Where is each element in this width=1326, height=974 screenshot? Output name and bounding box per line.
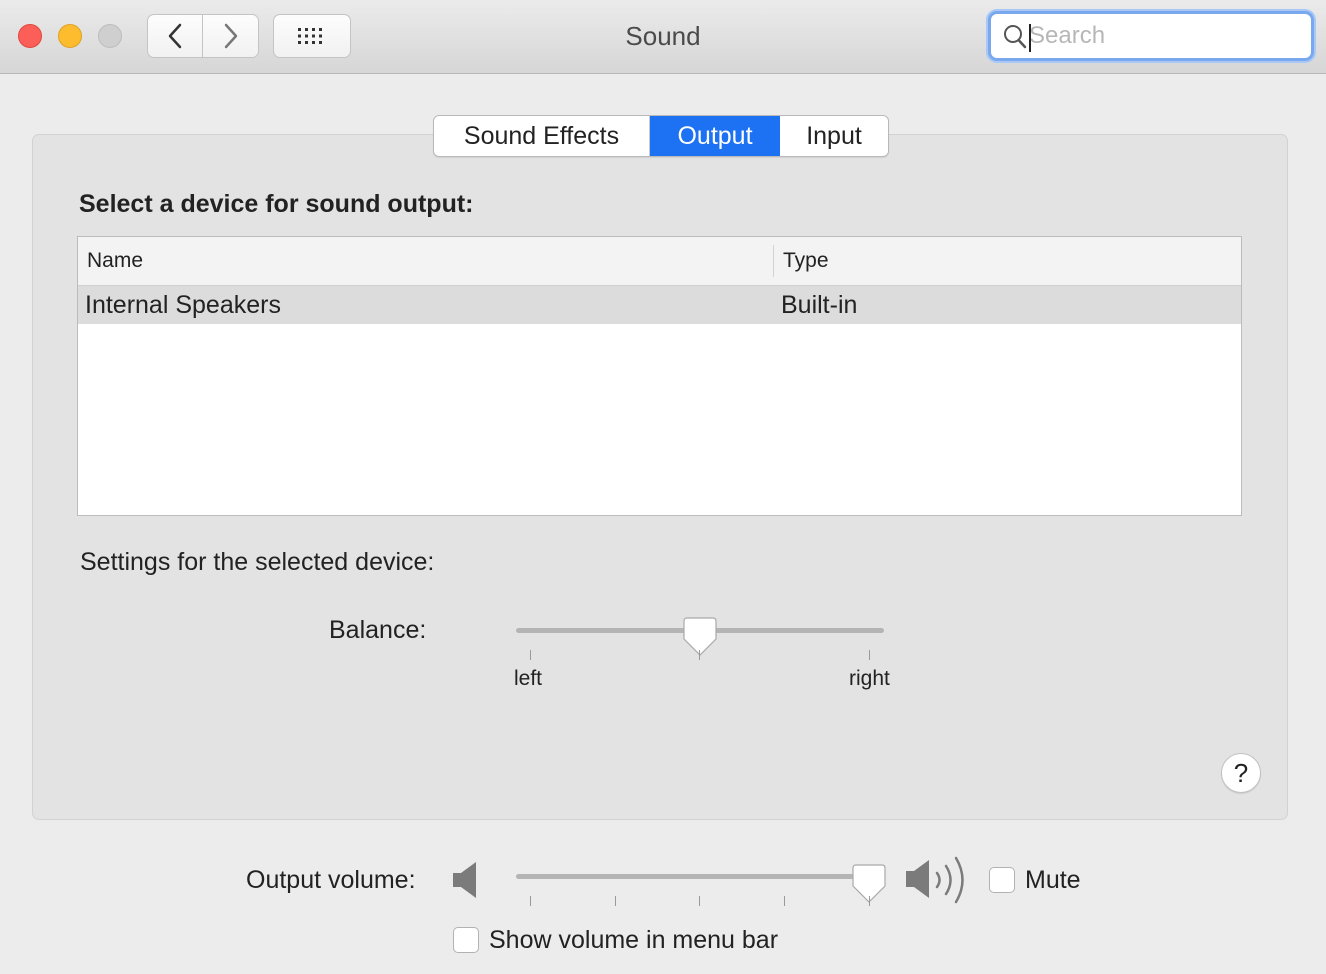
settings-label: Settings for the selected device:: [80, 548, 435, 576]
column-divider: [773, 245, 774, 277]
volume-tick: [615, 896, 616, 906]
volume-tick: [869, 896, 870, 906]
volume-tick: [530, 896, 531, 906]
balance-label: Balance:: [329, 616, 427, 644]
tab-sound-effects[interactable]: Sound Effects: [434, 116, 650, 156]
search-input[interactable]: [1029, 19, 1299, 53]
balance-tick-center: [699, 650, 700, 660]
volume-tick: [699, 896, 700, 906]
device-name: Internal Speakers: [85, 291, 281, 319]
balance-tick-left: [530, 650, 531, 660]
tab-bar: Sound Effects Output Input: [433, 115, 889, 157]
text-caret: [1029, 24, 1031, 52]
column-header-type[interactable]: Type: [783, 249, 829, 273]
balance-tick-right: [869, 650, 870, 660]
device-heading: Select a device for sound output:: [79, 190, 474, 218]
output-volume-slider[interactable]: [516, 874, 868, 879]
search-icon: [1004, 25, 1027, 49]
table-row[interactable]: Internal Speakers Built-in: [78, 286, 1241, 324]
device-type: Built-in: [781, 291, 858, 319]
speaker-waves-icon: [906, 856, 964, 904]
tab-output[interactable]: Output: [650, 116, 780, 156]
balance-right-label: right: [849, 667, 890, 690]
search-field[interactable]: [988, 11, 1314, 61]
column-header-name[interactable]: Name: [87, 249, 143, 273]
mute-label[interactable]: Mute: [1025, 866, 1081, 895]
speaker-icon: [453, 862, 476, 898]
balance-left-label: left: [514, 667, 543, 690]
table-header: Name Type: [78, 237, 1241, 286]
mute-checkbox[interactable]: [989, 867, 1015, 893]
show-volume-checkbox[interactable]: [453, 927, 479, 953]
show-volume-label[interactable]: Show volume in menu bar: [489, 926, 778, 955]
help-button[interactable]: ?: [1221, 753, 1261, 793]
volume-tick: [784, 896, 785, 906]
title-bar: Sound: [0, 0, 1326, 74]
device-table[interactable]: Name Type Internal Speakers Built-in: [77, 236, 1242, 516]
tab-input[interactable]: Input: [780, 116, 888, 156]
output-volume-label: Output volume:: [246, 866, 416, 894]
